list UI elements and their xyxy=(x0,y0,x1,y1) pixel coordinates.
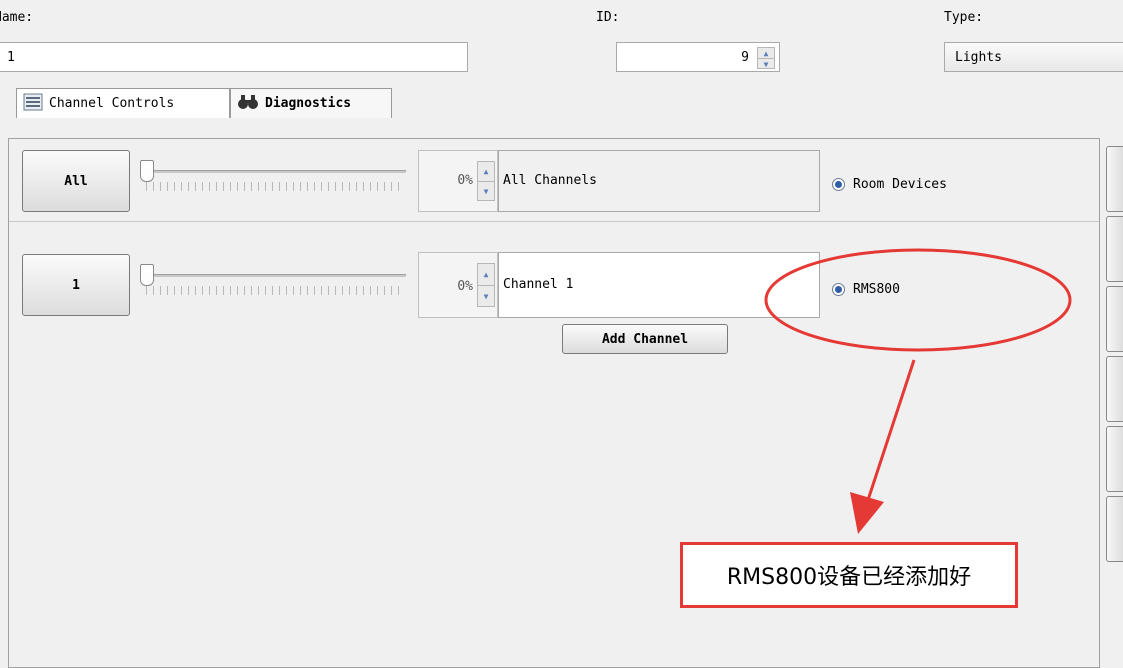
annotation-callout: RMS800设备已经添加好 xyxy=(680,542,1018,608)
arrow-line xyxy=(866,359,916,501)
arrow-head-icon xyxy=(850,492,884,534)
annotation-text: RMS800设备已经添加好 xyxy=(726,565,972,590)
highlight-ellipse xyxy=(764,248,1072,352)
